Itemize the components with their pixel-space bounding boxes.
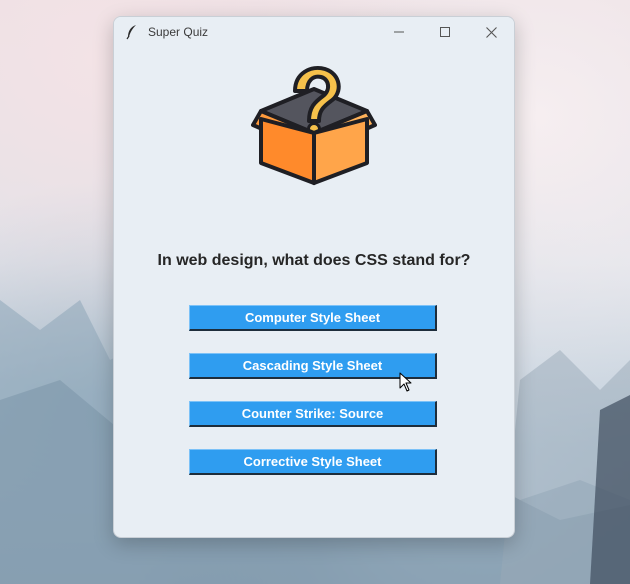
feather-icon [126, 25, 136, 40]
window-controls [376, 17, 514, 47]
minimize-button[interactable] [376, 17, 422, 47]
answer-button-4[interactable]: Corrective Style Sheet [189, 449, 437, 475]
question-box-icon [251, 66, 377, 185]
answer-button-3[interactable]: Counter Strike: Source [189, 401, 437, 427]
title-bar[interactable]: Super Quiz [114, 17, 514, 47]
maximize-button[interactable] [422, 17, 468, 47]
answer-button-1[interactable]: Computer Style Sheet [189, 305, 437, 331]
minimize-icon [394, 31, 404, 33]
maximize-icon [440, 27, 450, 37]
close-icon [485, 26, 497, 38]
question-text: In web design, what does CSS stand for? [157, 252, 471, 269]
quiz-window: Super Quiz In web design, what does CSS … [113, 16, 515, 538]
quiz-content: In web design, what does CSS stand for? … [114, 47, 514, 537]
window-title: Super Quiz [148, 25, 209, 39]
close-button[interactable] [468, 17, 514, 47]
mouse-pointer-icon [399, 372, 412, 392]
